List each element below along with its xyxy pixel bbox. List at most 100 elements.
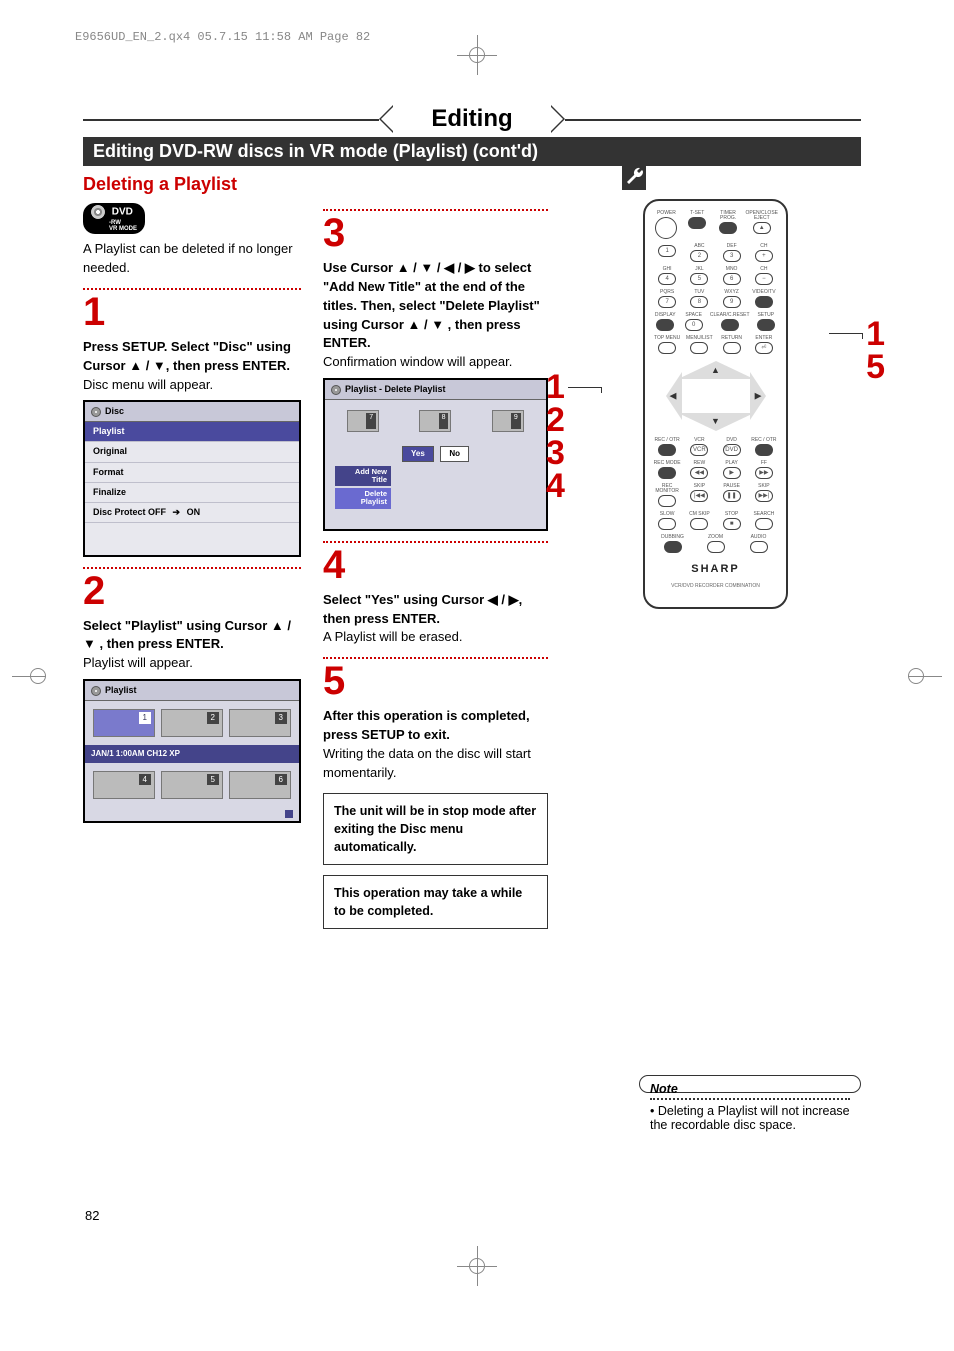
callout-num-4: 4 bbox=[546, 469, 565, 503]
num-0: 0 bbox=[685, 319, 703, 331]
section-banner: Editing DVD-RW discs in VR mode (Playlis… bbox=[83, 137, 861, 166]
thumb-8: 8 bbox=[419, 410, 451, 432]
skip-back: |◀◀ bbox=[690, 490, 708, 502]
vcr-btn: VCR bbox=[690, 444, 708, 456]
step-5-instruction: After this operation is completed, press… bbox=[323, 707, 548, 745]
step-divider bbox=[323, 209, 548, 211]
lead-line bbox=[829, 333, 863, 334]
callout-num-2: 2 bbox=[546, 403, 565, 437]
rec-otr-r bbox=[755, 444, 773, 456]
rec-otr-l bbox=[658, 444, 676, 456]
num-3: 3 bbox=[723, 250, 741, 262]
num-7: 7 bbox=[658, 296, 676, 308]
ff-btn: ▶▶ bbox=[755, 467, 773, 479]
pause-btn: ❚❚ bbox=[723, 490, 741, 502]
dvd-btn: DVD bbox=[723, 444, 741, 456]
step-2-instruction: Select "Playlist" using Cursor ▲ / ▼ , t… bbox=[83, 617, 301, 655]
badge-main: DVD bbox=[112, 207, 133, 218]
note-box: Note • Deleting a Playlist will not incr… bbox=[639, 1075, 861, 1093]
callout-stop-mode: The unit will be in stop mode after exit… bbox=[323, 793, 548, 865]
remote-control-illustration: POWER T-SET TIMER PROG. OPEN/CLOSE EJECT… bbox=[643, 199, 788, 609]
disc-icon bbox=[91, 686, 101, 696]
brand-sublabel: VCR/DVD RECORDER COMBINATION bbox=[671, 583, 760, 589]
stop-btn: ■ bbox=[723, 518, 741, 530]
step-1-instruction: Press SETUP. Select "Disc" using Cursor … bbox=[83, 338, 301, 376]
num-5: 5 bbox=[690, 273, 708, 285]
thumb-1: 1 bbox=[93, 709, 155, 737]
confirm-yes: Yes bbox=[402, 446, 434, 462]
num-2: 2 bbox=[690, 250, 708, 262]
num-4: 4 bbox=[658, 273, 676, 285]
display-btn bbox=[656, 319, 674, 331]
enter-btn: ⏎ bbox=[755, 342, 773, 354]
audio-btn bbox=[750, 541, 768, 553]
thumb-2: 2 bbox=[161, 709, 223, 737]
thumb-4: 4 bbox=[93, 771, 155, 799]
power-button bbox=[655, 217, 677, 239]
skip-fwd: ▶▶| bbox=[755, 490, 773, 502]
step-3-instruction: Use Cursor ▲ / ▼ / ◀ / ▶ to select "Add … bbox=[323, 259, 548, 353]
subsection-title: Deleting a Playlist bbox=[83, 174, 861, 195]
dvd-rw-vr-badge: DVD -RW VR MODE bbox=[83, 203, 145, 234]
osd-disc-menu: Disc Playlist Original Format Finalize D… bbox=[83, 400, 301, 556]
step-3-result: Confirmation window will appear. bbox=[323, 353, 548, 372]
step-4-number: 4 bbox=[323, 545, 548, 585]
brand-label: SHARP bbox=[691, 562, 740, 578]
play-btn: ▶ bbox=[723, 467, 741, 479]
page-number: 82 bbox=[85, 1208, 99, 1223]
thumb-6: 6 bbox=[229, 771, 291, 799]
ch-up: + bbox=[755, 250, 773, 262]
num-6: 6 bbox=[723, 273, 741, 285]
thumb-info: JAN/1 1:00AM CH12 XP bbox=[85, 745, 299, 763]
tset-button bbox=[688, 217, 706, 229]
setup-btn bbox=[757, 319, 775, 331]
disc-icon bbox=[91, 205, 105, 219]
search-btn bbox=[755, 518, 773, 530]
zoom-btn bbox=[707, 541, 725, 553]
rew-btn: ◀◀ bbox=[690, 467, 708, 479]
step-divider bbox=[323, 657, 548, 659]
eject-button: ▲ bbox=[753, 222, 771, 234]
clear-btn bbox=[721, 319, 739, 331]
note-title: Note bbox=[650, 1082, 850, 1096]
cursor-dpad: ▲▼ ◀▶ bbox=[666, 361, 766, 431]
num-1: 1 bbox=[658, 245, 676, 257]
registration-left bbox=[12, 664, 46, 688]
osd-title: Playlist bbox=[105, 684, 137, 697]
chapter-title-banner: Editing bbox=[83, 105, 861, 133]
rec-mode-l bbox=[658, 467, 676, 479]
confirm-no: No bbox=[440, 446, 469, 462]
step-divider bbox=[323, 541, 548, 543]
osd-title: Disc bbox=[105, 405, 124, 418]
note-text: • Deleting a Playlist will not increase … bbox=[650, 1104, 850, 1132]
video-tv bbox=[755, 296, 773, 308]
intro-text: A Playlist can be deleted if no longer n… bbox=[83, 240, 301, 278]
page-indicator-icon bbox=[285, 810, 293, 818]
osd-delete-confirm: Playlist - Delete Playlist 7 8 9 Yes No … bbox=[323, 378, 548, 531]
callout-num-1r: 1 bbox=[866, 317, 885, 351]
step-divider bbox=[83, 567, 301, 569]
slow-btn bbox=[658, 518, 676, 530]
lead-line bbox=[568, 387, 602, 388]
menu-item-finalize: Finalize bbox=[85, 483, 299, 503]
num-9: 9 bbox=[723, 296, 741, 308]
dubbing-btn bbox=[664, 541, 682, 553]
step-divider bbox=[83, 288, 301, 290]
step-5-number: 5 bbox=[323, 661, 548, 701]
thumb-3: 3 bbox=[229, 709, 291, 737]
step-5-result: Writing the data on the disc will start … bbox=[323, 745, 548, 783]
ch-down: − bbox=[755, 273, 773, 285]
wrench-icon bbox=[622, 166, 646, 190]
callout-num-5r: 5 bbox=[866, 350, 885, 384]
print-header: E9656UD_EN_2.qx4 05.7.15 11:58 AM Page 8… bbox=[75, 30, 370, 44]
section-banner-text: Editing DVD-RW discs in VR mode (Playlis… bbox=[93, 141, 538, 161]
rec-monitor bbox=[658, 495, 676, 507]
chapter-title: Editing bbox=[419, 105, 524, 133]
side-btn-delete-playlist: Delete Playlist bbox=[335, 488, 391, 509]
crop-mark-bottom bbox=[462, 1251, 492, 1281]
callout-num-3: 3 bbox=[546, 436, 565, 470]
side-btn-add-title: Add New Title bbox=[335, 466, 391, 487]
step-2-result: Playlist will appear. bbox=[83, 654, 301, 673]
menu-item-original: Original bbox=[85, 442, 299, 462]
crop-mark-top bbox=[462, 40, 492, 70]
